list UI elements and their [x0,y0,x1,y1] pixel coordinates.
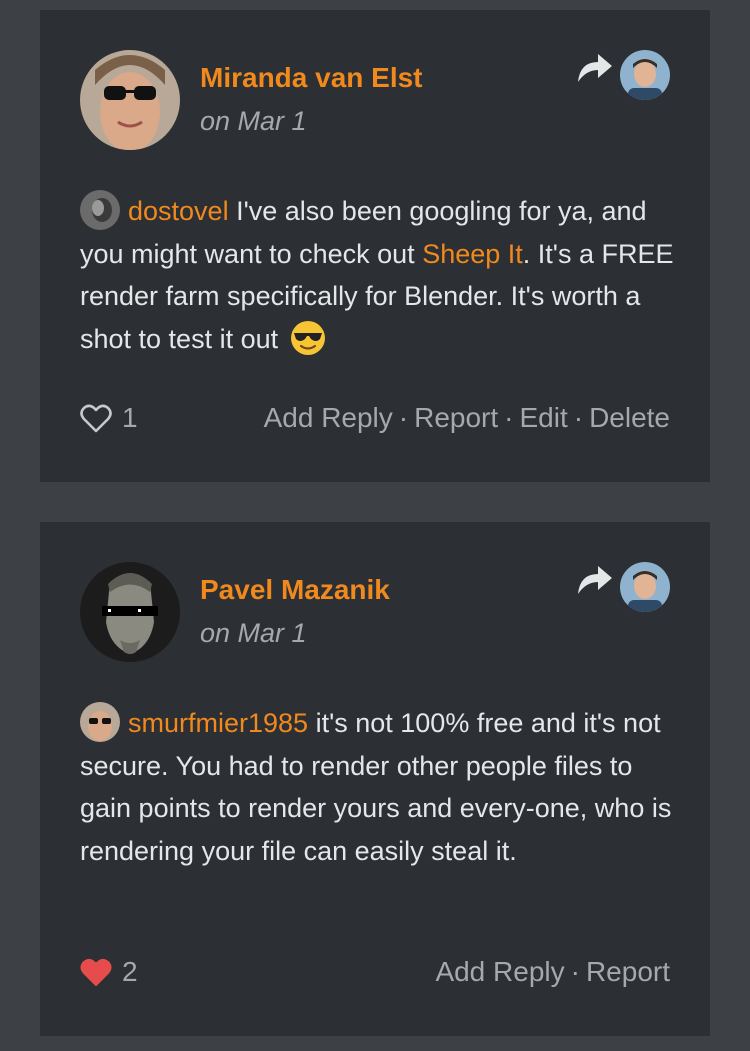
author-avatar[interactable] [80,50,180,150]
mention-link[interactable]: smurfmier1985 [128,708,308,738]
sheep-it-link[interactable]: Sheep It [422,239,523,269]
share-icon[interactable] [574,50,614,86]
heart-outline-icon[interactable] [80,404,112,434]
report-button[interactable]: Report [586,956,670,987]
mention-link[interactable]: dostovel [128,196,229,226]
like-count: 1 [122,402,138,433]
share-icon[interactable] [574,562,614,598]
mention-avatar[interactable] [80,190,120,230]
comment-date: on Mar 1 [200,106,307,136]
author-name[interactable]: Pavel Mazanik [200,574,390,606]
author-name[interactable]: Miranda van Elst [200,62,423,94]
separator: · [504,402,514,433]
edit-button[interactable]: Edit [519,402,567,433]
separator: · [570,956,580,987]
comment-body: dostovel I've also been googling for ya,… [80,190,680,360]
comment-date: on Mar 1 [200,618,307,648]
comment-actions: Add Reply · Report · Edit · Delete [264,402,670,434]
like-count: 2 [122,956,138,987]
comment-body: smurfmier1985 it's not 100% free and it'… [80,702,680,872]
delete-button[interactable]: Delete [589,402,670,433]
add-reply-button[interactable]: Add Reply [264,402,393,433]
comment-footer: 2 Add Reply · Report [80,954,670,998]
viewer-avatar[interactable] [620,50,670,100]
report-button[interactable]: Report [414,402,498,433]
comment-card: Miranda van Elst on Mar 1 dostovel I've … [40,10,710,482]
add-reply-button[interactable]: Add Reply [435,956,564,987]
comment-actions: Add Reply · Report [435,956,670,988]
comment-footer: 1 Add Reply · Report · Edit · Delete [80,400,670,444]
separator: · [398,402,409,433]
sunglasses-emoji-icon [290,320,326,356]
mention-avatar[interactable] [80,702,120,742]
viewer-avatar[interactable] [620,562,670,612]
heart-filled-icon[interactable] [80,958,112,988]
comment-card: Pavel Mazanik on Mar 1 smurfmier1985 it'… [40,522,710,1036]
author-avatar[interactable] [80,562,180,662]
separator: · [573,402,584,433]
